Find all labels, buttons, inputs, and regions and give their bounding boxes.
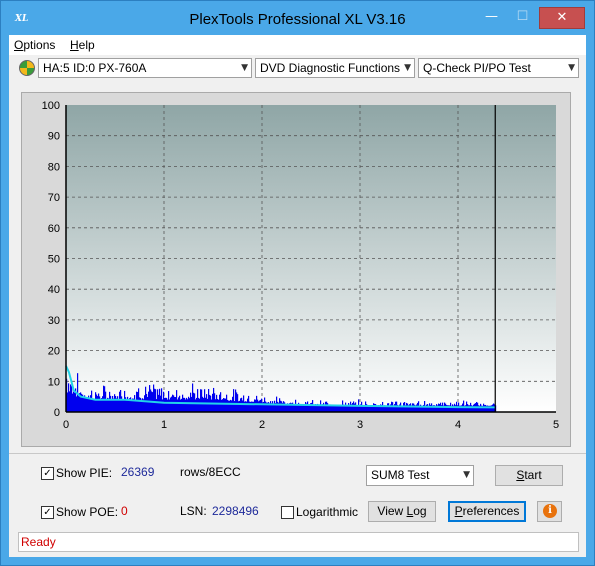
info-icon: i — [543, 504, 557, 518]
y-tick-label: 80 — [48, 161, 60, 173]
status-bar: Ready — [18, 532, 579, 552]
x-tick-label: 2 — [259, 419, 265, 431]
chevron-down-icon: ▼ — [568, 63, 575, 73]
menu-help-accel: H — [70, 38, 79, 52]
logarithmic-checkbox[interactable] — [281, 506, 294, 519]
main-window: XL PlexTools Professional XL V3.16 — ☐ ✕… — [0, 0, 595, 566]
view-log-label-pre: View — [377, 504, 407, 518]
y-tick-label: 70 — [48, 192, 60, 204]
chart-panel: 0 10 20 30 40 50 60 70 80 90 100 0 1 2 3 4 5 — [21, 92, 571, 447]
pie-value: 26369 — [121, 465, 155, 479]
start-label: tart — [524, 468, 542, 482]
menu-help[interactable]: Help — [70, 38, 95, 52]
chevron-down-icon: ▼ — [404, 63, 411, 73]
status-text: Ready — [21, 535, 56, 549]
preferences-button[interactable]: Preferences — [448, 501, 526, 522]
y-tick-label: 10 — [48, 376, 60, 388]
title-bar[interactable]: XL PlexTools Professional XL V3.16 — ☐ ✕ — [1, 1, 594, 35]
y-tick-label: 40 — [48, 284, 60, 296]
menu-options-accel: O — [14, 38, 24, 52]
lsn-label: LSN: — [180, 504, 207, 518]
y-tick-label: 20 — [48, 346, 60, 358]
test-select-value: Q-Check PI/PO Test — [423, 61, 531, 75]
start-button[interactable]: Start — [495, 465, 563, 486]
x-tick-label: 1 — [161, 419, 167, 431]
chevron-down-icon: ▼ — [241, 63, 248, 73]
sum8-select[interactable]: SUM8 Test ▼ — [366, 465, 474, 486]
function-select-value: DVD Diagnostic Functions — [260, 61, 401, 75]
x-tick-label: 0 — [63, 419, 69, 431]
info-button[interactable]: i — [537, 501, 562, 522]
drive-icon — [19, 60, 35, 76]
menu-options[interactable]: Options — [14, 38, 55, 52]
poe-value: 0 — [121, 504, 128, 518]
sum8-select-value: SUM8 Test — [371, 468, 430, 482]
drive-select-value: HA:5 ID:0 PX-760A — [43, 61, 147, 75]
test-select[interactable]: Q-Check PI/PO Test ▼ — [418, 58, 579, 78]
show-poe-checkbox[interactable]: ✓ — [41, 506, 54, 519]
menu-help-label: elp — [78, 38, 95, 52]
y-tick-label: 30 — [48, 315, 60, 327]
x-tick-label: 3 — [357, 419, 363, 431]
menu-bar: Options Help — [9, 35, 586, 55]
logarithmic-label: Logarithmic — [296, 505, 359, 519]
view-log-button[interactable]: View Log — [368, 501, 436, 522]
window-title: PlexTools Professional XL V3.16 — [189, 11, 406, 28]
show-pie-checkbox[interactable]: ✓ — [41, 467, 54, 480]
view-log-label-rest: og — [413, 504, 427, 518]
maximize-button[interactable]: ☐ — [509, 7, 536, 27]
menu-options-label: ptions — [23, 38, 56, 52]
lsn-value: 2298496 — [212, 504, 259, 518]
show-pie-label: Show PIE: — [56, 466, 113, 480]
preferences-label: references — [462, 504, 520, 518]
pi-po-chart: 0 10 20 30 40 50 60 70 80 90 100 0 1 2 3 4 5 — [42, 100, 559, 431]
minimize-button[interactable]: — — [478, 7, 505, 27]
chevron-down-icon: ▼ — [463, 470, 470, 480]
y-tick-label: 0 — [54, 407, 60, 419]
separator — [9, 453, 586, 454]
rows-label: rows/8ECC — [180, 465, 241, 479]
y-tick-label: 100 — [42, 100, 60, 112]
drive-select[interactable]: HA:5 ID:0 PX-760A ▼ — [38, 58, 252, 78]
x-tick-label: 4 — [455, 419, 461, 431]
preferences-accel: P — [454, 504, 463, 518]
y-tick-label: 60 — [48, 223, 60, 235]
client-area: Options Help HA:5 ID:0 PX-760A ▼ DVD Dia… — [9, 35, 586, 557]
x-tick-label: 5 — [553, 419, 559, 431]
function-select[interactable]: DVD Diagnostic Functions ▼ — [255, 58, 415, 78]
y-tick-label: 90 — [48, 131, 60, 143]
close-button[interactable]: ✕ — [539, 7, 585, 29]
y-tick-label: 50 — [48, 254, 60, 266]
show-poe-label: Show POE: — [56, 505, 119, 519]
